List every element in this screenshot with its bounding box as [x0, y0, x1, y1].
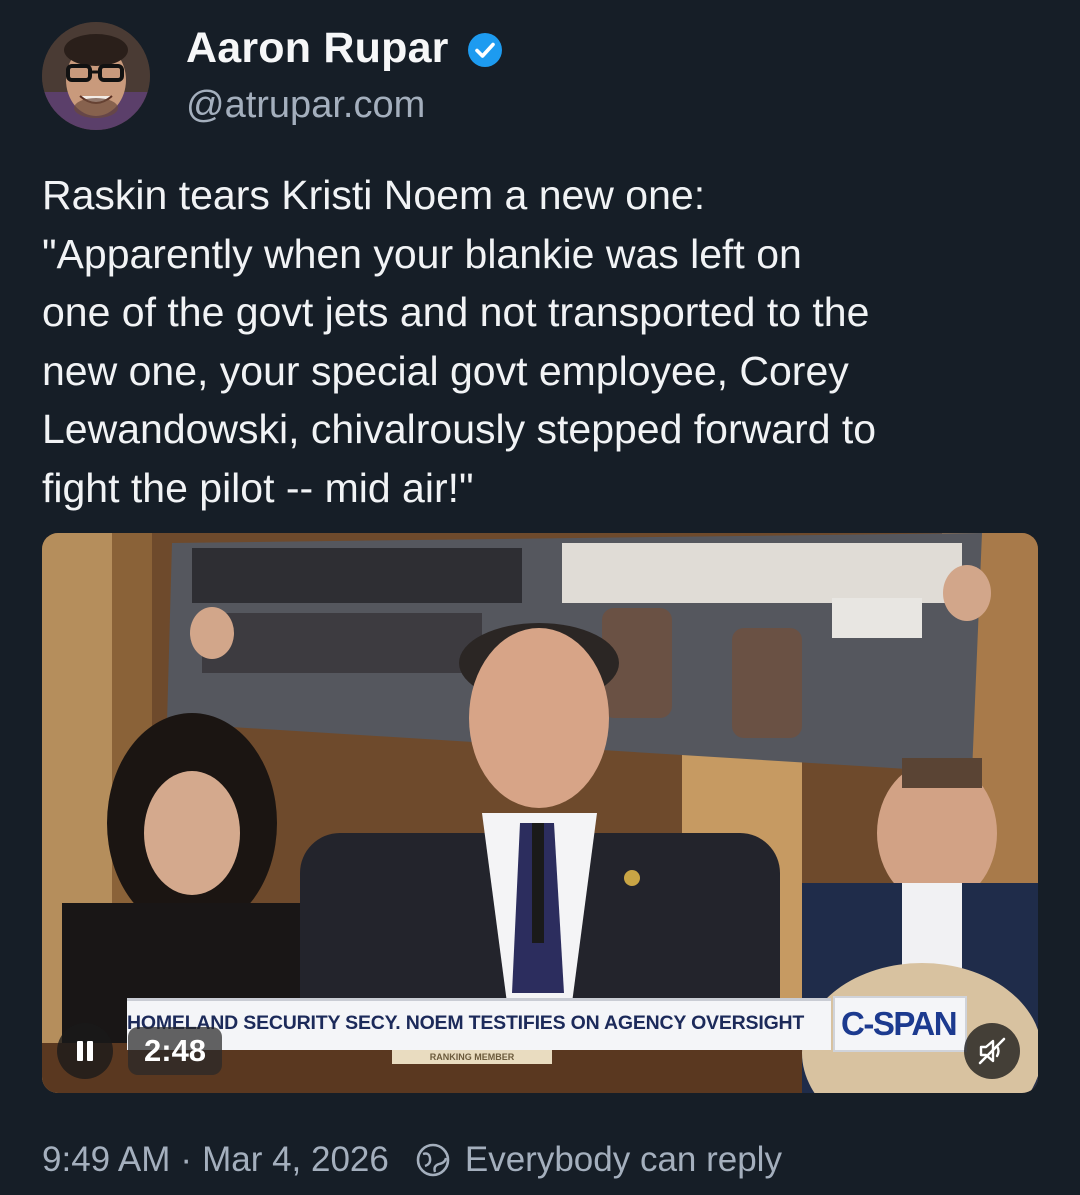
pause-icon[interactable]	[57, 1023, 113, 1079]
post-date[interactable]: Mar 4, 2026	[202, 1140, 389, 1180]
news-chyron: HOMELAND SECURITY SECY. NOEM TESTIFIES O…	[127, 998, 831, 1050]
mute-button[interactable]	[964, 1023, 1020, 1079]
post-card: Aaron Rupar @atrupar.com Raskin tears Kr…	[0, 0, 1080, 1195]
avatar-image	[42, 22, 150, 130]
post-text-line: one of the govt jets and not transported…	[42, 289, 870, 335]
muted-speaker-icon	[978, 1037, 1006, 1065]
cspan-logo: C-SPAN	[833, 996, 967, 1052]
post-text-line: new one, your special govt employee, Cor…	[42, 347, 849, 394]
video-duration: 2:48	[128, 1027, 223, 1075]
verified-badge-icon	[468, 33, 502, 67]
post-text-line: "Apparently when your blankie was left o…	[42, 230, 802, 277]
post-footer: 9:49 AM · Mar 4, 2026 Everybody can repl…	[42, 1140, 782, 1180]
avatar[interactable]	[42, 22, 150, 130]
network-label: C-SPAN	[841, 1005, 958, 1042]
post-text: Raskin tears Kristi Noem a new one: "App…	[42, 166, 1052, 517]
post-time[interactable]: 9:49 AM	[42, 1140, 170, 1180]
author-name[interactable]: Aaron Rupar	[186, 24, 449, 73]
post-text-line: fight the pilot -- mid air!"	[42, 464, 474, 511]
chyron-subtitle: RANKING MEMBER	[392, 1050, 552, 1064]
separator: ·	[180, 1140, 193, 1179]
reply-setting[interactable]: Everybody can reply	[465, 1140, 782, 1180]
post-text-line: Raskin tears Kristi Noem a new one:	[42, 172, 706, 218]
chyron-headline: HOMELAND SECURITY SECY. NOEM TESTIFIES O…	[127, 1012, 805, 1034]
post-text-line: Lewandowski, chivalrously stepped forwar…	[42, 406, 877, 452]
author-handle[interactable]: @atrupar.com	[186, 84, 425, 127]
video-player[interactable]: HOMELAND SECURITY SECY. NOEM TESTIFIES O…	[42, 533, 1038, 1093]
globe-icon	[416, 1143, 450, 1177]
